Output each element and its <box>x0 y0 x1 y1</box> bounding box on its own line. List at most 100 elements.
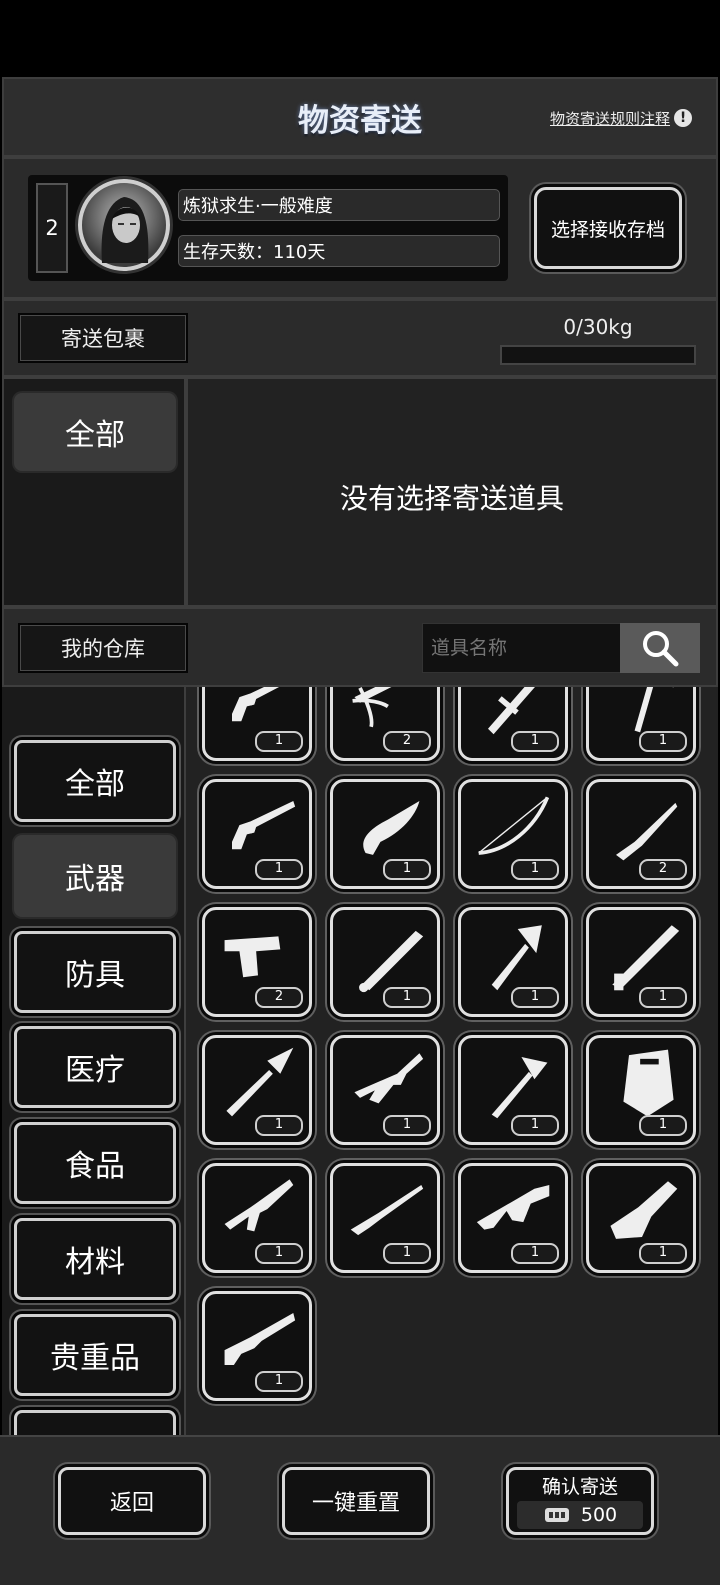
package-content: 没有选择寄送道具 <box>186 377 718 607</box>
weight-text: 0/30kg <box>563 315 633 339</box>
survivor-portrait-icon <box>101 197 149 263</box>
chainsaw-icon <box>610 1181 678 1239</box>
cost-value: 500 <box>580 1503 618 1526</box>
pistol-icon <box>224 936 281 978</box>
rifle-icon <box>354 1053 424 1104</box>
spear-icon <box>226 1047 294 1117</box>
item-quantity-badge: 2 <box>639 859 687 880</box>
inventory-item[interactable]: 1 <box>202 687 312 761</box>
info-icon: ! <box>674 109 693 127</box>
inventory-item[interactable]: 1 <box>586 907 696 1017</box>
category-tab[interactable]: 食品 <box>14 1122 176 1204</box>
category-tab-partial[interactable] <box>14 1410 176 1435</box>
inventory-item[interactable]: 1 <box>202 1163 312 1273</box>
inventory-item[interactable]: 1 <box>330 907 440 1017</box>
empty-package-message: 没有选择寄送道具 <box>339 482 564 515</box>
category-tab[interactable]: 全部 <box>14 740 176 822</box>
knife-icon <box>616 802 678 861</box>
ticket-icon <box>544 1507 569 1522</box>
item-quantity-badge: 1 <box>255 731 303 752</box>
inventory-item[interactable]: 1 <box>586 1163 696 1273</box>
inventory-item[interactable]: 2 <box>202 907 312 1017</box>
slot-number: 2 <box>36 183 68 273</box>
cost-display: 500 <box>517 1500 643 1529</box>
item-quantity-badge: 1 <box>383 1243 431 1264</box>
warehouse-bar: 我的仓库 <box>2 607 718 687</box>
package-bar: 寄送包裹 0/30kg <box>2 299 718 377</box>
category-tab[interactable]: 贵重品 <box>14 1314 176 1396</box>
package-category-all[interactable]: 全部 <box>14 393 176 471</box>
inventory-item[interactable]: 2 <box>330 687 440 761</box>
hatchet-icon <box>491 1057 548 1119</box>
item-quantity-badge: 1 <box>255 859 303 880</box>
shotgun-icon <box>224 1313 296 1365</box>
package-label: 寄送包裹 <box>18 313 188 363</box>
grenade-launcher-icon <box>476 1185 550 1230</box>
difficulty-label: 炼狱求生·一般难度 <box>178 189 500 221</box>
shield-icon <box>623 1049 674 1117</box>
warehouse-label: 我的仓库 <box>18 623 188 673</box>
confirm-send-label: 确认寄送 <box>541 1475 618 1498</box>
inventory-item[interactable]: 1 <box>458 1163 568 1273</box>
item-quantity-badge: 1 <box>639 987 687 1008</box>
category-tab[interactable]: 医疗 <box>14 1026 176 1108</box>
weight-progress <box>500 345 696 365</box>
select-save-button[interactable]: 选择接收存档 <box>534 187 682 269</box>
inventory-item[interactable]: 1 <box>458 1035 568 1145</box>
inventory-item[interactable]: 1 <box>330 1035 440 1145</box>
header-bar: 物资寄送 物资寄送规则注释 ! <box>2 77 718 157</box>
back-button[interactable]: 返回 <box>58 1467 206 1535</box>
inventory-item[interactable]: 1 <box>330 1163 440 1273</box>
rules-link-label: 物资寄送规则注释 <box>550 109 671 128</box>
item-quantity-badge: 1 <box>255 1371 303 1392</box>
item-quantity-badge: 1 <box>383 987 431 1008</box>
inventory-item[interactable]: 1 <box>330 779 440 889</box>
inventory-item[interactable]: 1 <box>586 1035 696 1145</box>
item-quantity-badge: 2 <box>383 731 431 752</box>
item-quantity-badge: 1 <box>511 1243 559 1264</box>
inventory-item[interactable]: 1 <box>202 1291 312 1401</box>
avatar <box>78 179 170 271</box>
search-button[interactable] <box>620 623 700 673</box>
sword-icon <box>612 925 680 991</box>
item-quantity-badge: 2 <box>255 987 303 1008</box>
package-sidebar: 全部 <box>2 377 186 607</box>
machete-icon <box>363 801 420 855</box>
confirm-send-button[interactable]: 确认寄送 500 <box>506 1467 654 1535</box>
item-quantity-badge: 1 <box>255 1115 303 1136</box>
item-quantity-badge: 1 <box>255 1243 303 1264</box>
category-sidebar: 全部武器防具医疗食品材料贵重品 <box>2 687 186 1435</box>
inventory-item[interactable]: 1 <box>202 779 312 889</box>
reset-button[interactable]: 一键重置 <box>282 1467 430 1535</box>
footer-bar: 返回 一键重置 确认寄送 500 <box>0 1435 720 1585</box>
item-quantity-badge: 1 <box>511 731 559 752</box>
item-quantity-badge: 1 <box>383 859 431 880</box>
survival-days-label: 生存天数：110天 <box>178 235 500 267</box>
search-input[interactable] <box>422 623 622 673</box>
profile-panel: 2 炼狱求生·一般难度 生存天数：110天 选择接收存档 <box>2 157 718 299</box>
axe-icon <box>491 925 542 991</box>
inventory-item[interactable]: 1 <box>458 687 568 761</box>
item-quantity-badge: 1 <box>511 859 559 880</box>
item-quantity-badge: 1 <box>639 731 687 752</box>
item-grid: 1 2 1 1 1 1 1 2 2 1 1 1 1 1 1 1 1 1 1 1 1 <box>186 687 718 1435</box>
inventory-item[interactable]: 2 <box>586 779 696 889</box>
category-tab[interactable]: 武器 <box>14 835 176 917</box>
inventory-item[interactable]: 1 <box>586 687 696 761</box>
inventory-item[interactable]: 1 <box>458 907 568 1017</box>
assault-rifle-icon <box>224 1179 294 1232</box>
item-quantity-badge: 1 <box>511 987 559 1008</box>
inventory-item[interactable]: 1 <box>458 779 568 889</box>
category-tab[interactable]: 材料 <box>14 1218 176 1300</box>
save-card: 2 炼狱求生·一般难度 生存天数：110天 <box>28 175 508 281</box>
rules-link[interactable]: 物资寄送规则注释 ! <box>550 106 693 130</box>
revolver-icon <box>232 801 296 850</box>
item-quantity-badge: 1 <box>639 1243 687 1264</box>
item-quantity-badge: 1 <box>639 1115 687 1136</box>
bow-icon <box>478 796 550 855</box>
category-tab[interactable]: 防具 <box>14 931 176 1013</box>
item-quantity-badge: 1 <box>511 1115 559 1136</box>
inventory-item[interactable]: 1 <box>202 1035 312 1145</box>
search-icon <box>643 631 679 667</box>
hunting-rifle-icon <box>350 1185 424 1236</box>
